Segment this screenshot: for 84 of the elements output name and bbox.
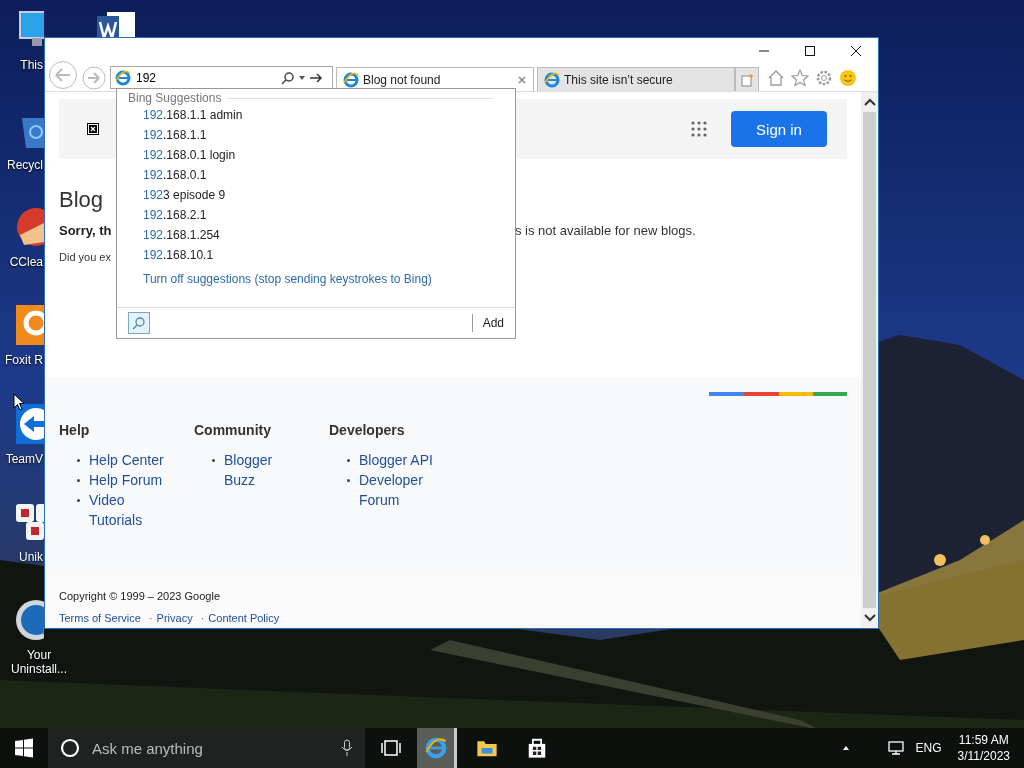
suggestion-item[interactable]: 192.168.1.1	[117, 125, 515, 145]
bullet-icon	[77, 479, 80, 482]
suggestion-item[interactable]: 192.168.1.1 admin	[117, 105, 515, 125]
turn-off-suggestions-link[interactable]: Turn off suggestions (stop sending keystrokes to Bing)	[117, 272, 432, 286]
maximize-icon[interactable]	[804, 45, 816, 57]
cortana-icon	[60, 738, 80, 758]
new-tab-icon	[740, 72, 754, 87]
error-message: Sorry, th	[59, 223, 112, 238]
bullet-icon	[77, 499, 80, 502]
browser-icon	[544, 71, 560, 88]
copyright-text: Copyright © 1999 – 2023 Google	[59, 590, 220, 602]
microphone-icon[interactable]	[341, 739, 353, 757]
cursor-icon	[13, 393, 25, 411]
legal-link[interactable]: Privacy	[156, 612, 193, 624]
task-view-icon[interactable]	[381, 739, 401, 757]
language-indicator[interactable]: ENG	[915, 741, 942, 755]
sign-in-button[interactable]: Sign in	[731, 111, 827, 147]
footer-link[interactable]: Blogger API	[359, 450, 433, 470]
icon-label: Recycl	[7, 158, 43, 172]
bullet-icon	[77, 459, 80, 462]
close-icon[interactable]	[850, 45, 862, 57]
add-button[interactable]: Add	[471, 314, 504, 332]
separator-dot: ·	[148, 612, 153, 624]
app-icon[interactable]	[14, 402, 44, 446]
app-icon[interactable]	[14, 303, 44, 347]
icon-label: TeamV	[5, 452, 43, 466]
address-bar[interactable]: 192	[110, 66, 333, 89]
icon-label: Foxit R	[5, 353, 43, 367]
bullet-icon	[212, 459, 215, 462]
star-icon[interactable]	[791, 68, 809, 87]
search-icon	[132, 316, 146, 330]
footer-heading: Community	[194, 422, 271, 438]
smiley-icon[interactable]	[839, 68, 857, 87]
browser-icon	[343, 71, 359, 88]
separator-dot: ·	[200, 612, 205, 624]
search-icon[interactable]	[281, 70, 295, 85]
footer-link[interactable]: Help Forum	[89, 470, 163, 490]
legal-link[interactable]: Terms of Service	[59, 612, 141, 624]
network-icon[interactable]	[887, 740, 906, 756]
bullet-icon	[347, 479, 350, 482]
scroll-thumb[interactable]	[863, 112, 876, 608]
footer-link[interactable]: Help Center	[89, 450, 164, 470]
icon-label: CClea	[9, 255, 43, 269]
suggestion-item[interactable]: 192.168.0.1 login	[117, 145, 515, 165]
suggestion-item[interactable]: 192.168.10.1	[117, 245, 515, 265]
go-arrow-icon[interactable]	[309, 70, 323, 85]
browser-tab[interactable]: Blog not found	[336, 67, 534, 91]
footer-link[interactable]: Blogger Buzz	[224, 450, 304, 490]
search-provider-button[interactable]	[128, 312, 150, 334]
browser-tab[interactable]: This site isn’t secure	[537, 67, 735, 91]
scroll-up-icon[interactable]	[863, 98, 876, 106]
store-icon	[526, 737, 548, 759]
apps-grid-icon[interactable]	[691, 121, 707, 137]
settings-icon[interactable]	[815, 68, 833, 87]
suggestion-item[interactable]: 192.168.2.1	[117, 205, 515, 225]
home-icon[interactable]	[767, 68, 785, 87]
broken-image-icon	[87, 123, 99, 135]
icon-label: Your Uninstall...	[10, 648, 68, 676]
suggestion-item[interactable]: 1923 episode 9	[117, 185, 515, 205]
icon-label: Unik	[19, 550, 43, 564]
start-icon[interactable]	[14, 738, 34, 758]
scrollbar[interactable]	[861, 92, 878, 628]
suggestions-header: Bing Suggestions	[128, 91, 222, 105]
browser-icon	[115, 69, 131, 86]
search-field[interactable]: Ask me anything	[90, 738, 331, 758]
icon-label: This	[20, 58, 43, 72]
suggestion-item[interactable]: 192.168.0.1	[117, 165, 515, 185]
bullet-icon	[347, 459, 350, 462]
hint-text: Did you ex	[59, 251, 111, 263]
footer-link[interactable]: Video Tutorials	[89, 490, 169, 530]
footer-heading: Developers	[329, 422, 405, 438]
footer-link[interactable]: Developer Forum	[359, 470, 439, 510]
error-message: s is not available for new blogs.	[515, 223, 696, 238]
caret-icon[interactable]	[298, 73, 306, 82]
legal-link[interactable]: Content Policy	[208, 612, 280, 624]
search-box[interactable]: Ask me anything	[48, 728, 365, 768]
page-heading: Blog	[59, 187, 104, 213]
suggestion-item[interactable]: 192.168.1.254	[117, 225, 515, 245]
footer-heading: Help	[59, 422, 90, 438]
clock[interactable]: 11:59 AM 3/11/2023	[957, 732, 1010, 764]
close-tab-icon[interactable]	[517, 74, 527, 85]
address-field[interactable]: 192	[134, 70, 258, 85]
scroll-down-icon[interactable]	[863, 614, 876, 622]
browser-icon	[424, 737, 447, 759]
